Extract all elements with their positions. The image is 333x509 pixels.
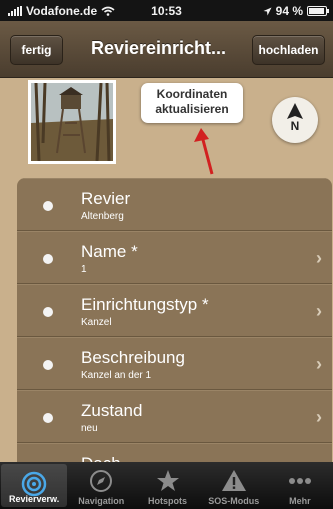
list-row[interactable]: Beschreibung Kanzel an der 1 › bbox=[17, 337, 332, 390]
stand-detail-list: Revier Altenberg Name * 1 › Einrichtungstyp *… bbox=[17, 178, 332, 462]
warning-icon bbox=[221, 469, 247, 498]
row-title: Revier bbox=[81, 189, 131, 208]
row-title: Einrichtungstyp * bbox=[81, 295, 209, 314]
upload-button[interactable]: hochladen bbox=[252, 35, 325, 65]
status-bar: Vodafone.de 10:53 94 % bbox=[0, 0, 333, 21]
row-value: 1 bbox=[81, 264, 87, 275]
bullet-icon bbox=[43, 413, 53, 423]
page-title: Reviereinricht... bbox=[90, 38, 227, 58]
navigation-bar: fertig Reviereinricht... hochladen bbox=[0, 21, 333, 78]
list-row[interactable]: Revier Altenberg bbox=[17, 178, 332, 231]
row-value: Kanzel an der 1 bbox=[81, 370, 152, 381]
list-row[interactable]: Name * 1 › bbox=[17, 231, 332, 284]
tab-target[interactable]: Revierverw. bbox=[1, 464, 68, 507]
bullet-icon bbox=[43, 201, 53, 211]
tab-bar: Revierverw. Navigation Hotspots SOS-Modus Me… bbox=[0, 462, 333, 509]
tab-label: Mehr bbox=[289, 496, 311, 506]
coord-label-line1: Koordinaten bbox=[156, 87, 228, 101]
bullet-icon bbox=[43, 254, 53, 264]
battery-percent: 94 % bbox=[275, 4, 303, 18]
row-title: Zustand bbox=[81, 401, 143, 420]
list-row[interactable]: Zustand neu › bbox=[17, 390, 332, 443]
compass-button[interactable]: N bbox=[272, 97, 318, 143]
hunting-stand-image bbox=[31, 83, 113, 161]
chevron-right-icon: › bbox=[316, 248, 322, 268]
tab-label: SOS-Modus bbox=[208, 496, 260, 506]
compass-label: N bbox=[290, 119, 300, 133]
more-icon bbox=[287, 469, 313, 498]
app-screen: Vodafone.de 10:53 94 % fertig Reviereinr… bbox=[0, 0, 333, 509]
coord-label-line2: aktualisieren bbox=[155, 102, 229, 116]
row-value: neu bbox=[81, 423, 98, 434]
tab-label: Navigation bbox=[78, 496, 125, 506]
row-title: Beschreibung bbox=[81, 348, 185, 367]
chevron-right-icon: › bbox=[316, 301, 322, 321]
done-button[interactable]: fertig bbox=[10, 35, 63, 65]
update-coordinates-button[interactable]: Koordinaten aktualisieren bbox=[141, 83, 243, 123]
chevron-right-icon: › bbox=[316, 407, 322, 427]
stand-photo[interactable] bbox=[28, 80, 116, 164]
red-arrow-annotation bbox=[194, 128, 214, 175]
row-value: Kanzel bbox=[81, 317, 112, 328]
tab-label: Hotspots bbox=[148, 496, 187, 506]
tab-star[interactable]: Hotspots bbox=[134, 462, 200, 509]
battery-icon bbox=[307, 6, 329, 16]
chevron-right-icon: › bbox=[316, 354, 322, 374]
battery-status: 94 % bbox=[263, 4, 329, 18]
compass-icon bbox=[89, 469, 113, 498]
location-arrow-icon bbox=[263, 7, 272, 15]
list-row[interactable]: Dach bbox=[17, 443, 332, 462]
row-title: Dach bbox=[81, 454, 121, 462]
tab-compass[interactable]: Navigation bbox=[68, 462, 134, 509]
bullet-icon bbox=[43, 360, 53, 370]
tab-warning[interactable]: SOS-Modus bbox=[201, 462, 267, 509]
row-title: Name * bbox=[81, 242, 138, 261]
tab-more[interactable]: Mehr bbox=[267, 462, 333, 509]
row-value: Altenberg bbox=[81, 211, 124, 222]
bullet-icon bbox=[43, 307, 53, 317]
star-icon bbox=[156, 469, 180, 498]
list-row[interactable]: Einrichtungstyp * Kanzel › bbox=[17, 284, 332, 337]
tab-label: Revierverw. bbox=[9, 494, 60, 504]
